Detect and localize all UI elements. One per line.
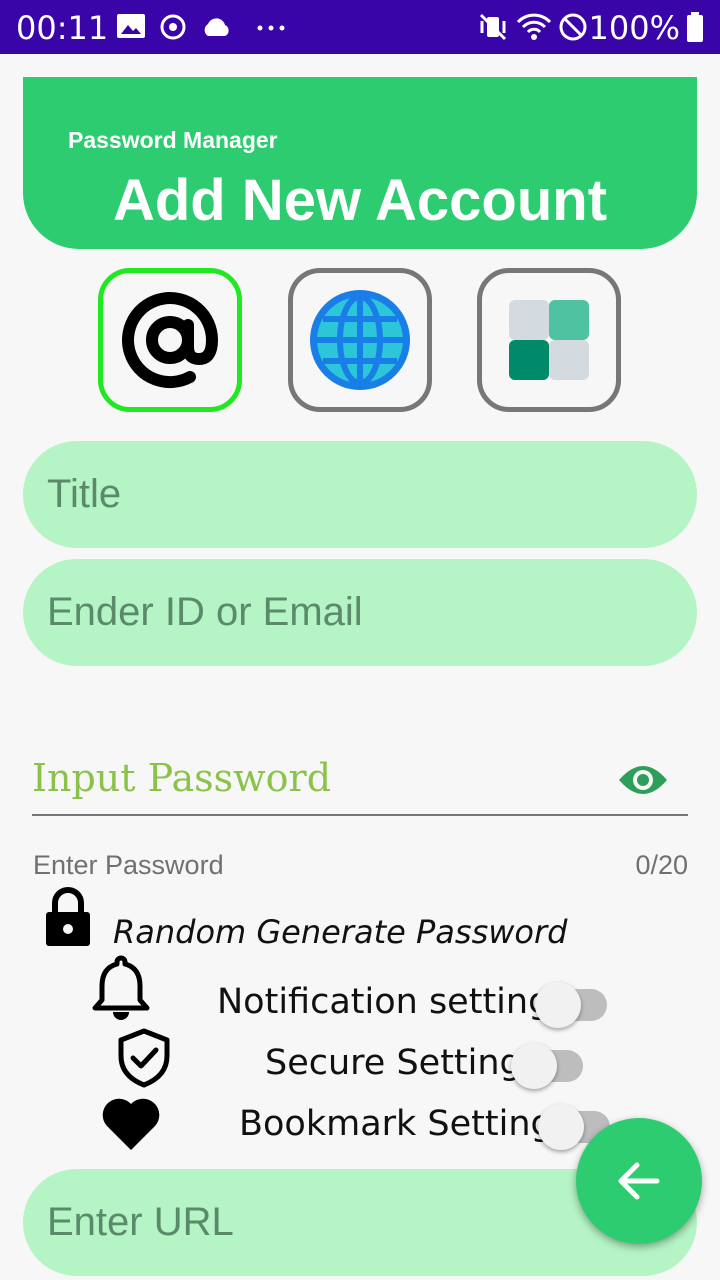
image-icon bbox=[117, 14, 145, 38]
bell-icon bbox=[92, 955, 150, 1020]
globe-icon bbox=[310, 290, 410, 390]
secure-toggle[interactable] bbox=[511, 1043, 587, 1089]
category-email[interactable] bbox=[98, 268, 242, 412]
password-helper-text: Enter Password bbox=[33, 850, 224, 880]
status-bar: 00:11 100% bbox=[0, 0, 720, 54]
secure-setting-label: Secure Setting bbox=[265, 1043, 522, 1083]
status-time: 00:11 bbox=[16, 9, 109, 47]
app-grid-icon bbox=[509, 300, 589, 380]
notification-toggle[interactable] bbox=[535, 982, 611, 1028]
id-email-placeholder: Ender ID or Email bbox=[47, 590, 363, 634]
back-fab-button[interactable] bbox=[576, 1118, 702, 1244]
heart-icon bbox=[102, 1098, 160, 1150]
cloud-icon bbox=[204, 18, 229, 36]
password-underline bbox=[32, 814, 688, 816]
sync-icon bbox=[160, 14, 186, 40]
header-card: Password Manager Add New Account bbox=[23, 77, 697, 249]
eye-icon[interactable] bbox=[617, 762, 669, 798]
random-generate-password-button[interactable]: Random Generate Password bbox=[113, 913, 567, 951]
title-placeholder: Title bbox=[47, 472, 122, 516]
at-sign-icon bbox=[122, 292, 219, 389]
more-icon bbox=[257, 25, 285, 31]
battery-icon bbox=[687, 12, 703, 42]
bookmark-setting-label: Bookmark Setting bbox=[239, 1104, 553, 1144]
page-title: Add New Account bbox=[112, 168, 608, 233]
app-subtitle: Password Manager bbox=[68, 127, 278, 153]
lock-icon[interactable] bbox=[44, 886, 92, 948]
url-placeholder: Enter URL bbox=[47, 1200, 234, 1244]
category-app[interactable] bbox=[477, 268, 621, 412]
battery-percent: 100% bbox=[588, 9, 680, 47]
password-counter: 0/20 bbox=[635, 850, 688, 880]
shield-check-icon bbox=[118, 1028, 170, 1088]
password-input[interactable]: Input Password bbox=[32, 756, 331, 800]
do-not-disturb-icon bbox=[559, 13, 587, 41]
vibrate-icon bbox=[479, 13, 507, 41]
id-email-input[interactable]: Ender ID or Email bbox=[23, 559, 697, 666]
wifi-icon bbox=[516, 13, 552, 40]
notification-setting-label: Notification setting bbox=[217, 982, 551, 1022]
title-input[interactable]: Title bbox=[23, 441, 697, 548]
category-web[interactable] bbox=[288, 268, 432, 412]
arrow-left-icon bbox=[618, 1162, 660, 1200]
